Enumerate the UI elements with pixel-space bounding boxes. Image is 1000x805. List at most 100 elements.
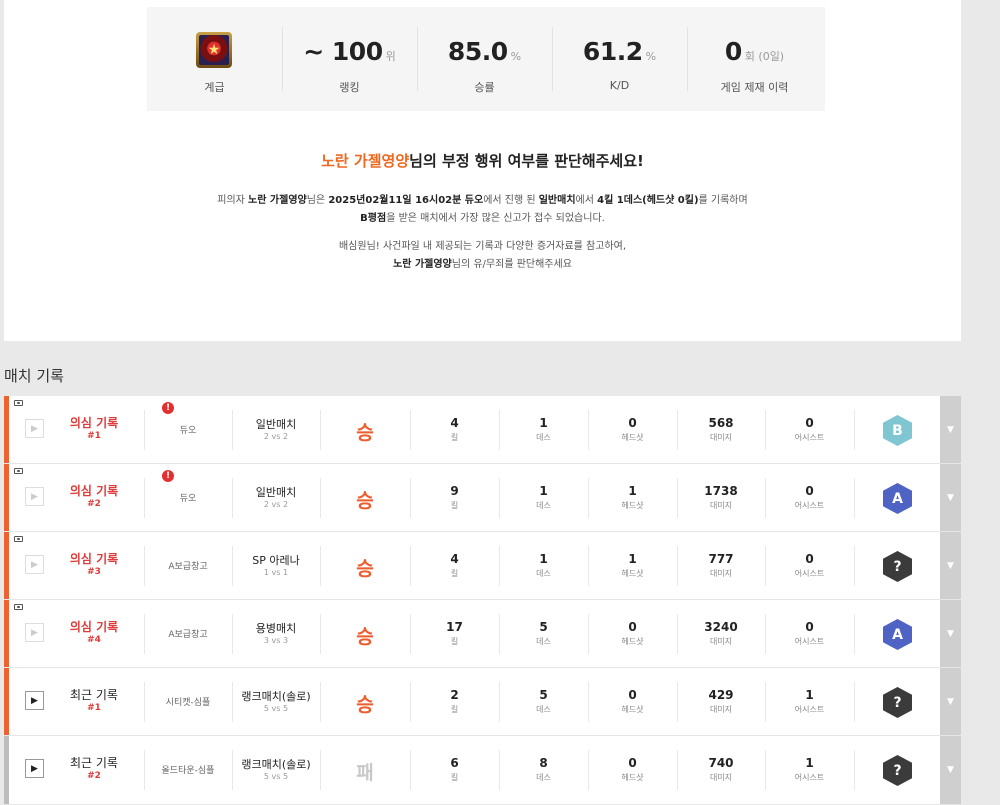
kd-unit: %: [645, 50, 657, 63]
kills-value: 4: [450, 552, 459, 566]
damage-stat: 3240 대미지: [677, 600, 765, 667]
match-size: 5 vs 5: [263, 772, 289, 781]
tier-label: 계급: [204, 81, 225, 94]
record-type: 최근 기록 #1: [44, 668, 144, 735]
record-type-label: 최근 기록: [70, 756, 118, 770]
match-result: 승: [320, 396, 410, 463]
match-type-label: 랭크매치(솔로): [241, 758, 311, 771]
play-icon[interactable]: ▶: [25, 555, 44, 574]
result-label: 승: [356, 422, 374, 444]
match-size: 3 vs 3: [263, 636, 289, 645]
kills-stat: 9킬: [410, 464, 499, 531]
summary-panel: ★ 계급 ~ 100 위 랭킹 85.0% 승률 61.2% K/D 0회 (0일…: [4, 0, 961, 341]
grade: A: [854, 464, 940, 531]
headshots-label: 헤드샷: [621, 433, 644, 442]
deaths-label: 데스: [536, 773, 551, 782]
kills-value: 2: [450, 688, 459, 702]
record-number: #2: [87, 771, 101, 781]
headshots-value: 0: [628, 620, 637, 634]
damage-value: 1738: [704, 484, 738, 498]
headshots-stat: 1 헤드샷: [588, 464, 677, 531]
grade: A: [854, 600, 940, 667]
deaths-label: 데스: [536, 705, 551, 714]
game-mode-label: 듀오: [179, 494, 197, 504]
game-mode-label: A보급창고: [168, 562, 208, 572]
grade: B: [854, 396, 940, 463]
row-accent: [4, 464, 9, 531]
stat-sanction: 0회 (0일) 게임 제재 이력: [687, 7, 822, 111]
record-type: 의심 기록 #1 !: [44, 396, 174, 463]
assists-label: 어시스트: [794, 433, 825, 442]
chevron-down-icon[interactable]: ▼: [940, 464, 961, 531]
match-row[interactable]: ▶ 의심 기록 #3 A보급창고 SP 아레나 1 vs 1 승 4킬 1 데스 …: [4, 532, 961, 600]
kills-label: 킬: [450, 501, 459, 510]
headshots-stat: 0 헤드샷: [588, 396, 677, 463]
deaths-value: 1: [539, 484, 548, 498]
game-mode-label: A보급창고: [168, 630, 208, 640]
chevron-down-icon[interactable]: ▼: [940, 736, 961, 804]
play-icon[interactable]: ▶: [25, 691, 44, 710]
record-type-label: 의심 기록: [69, 416, 119, 430]
camera-icon: [14, 604, 23, 610]
kills-value: 17: [446, 620, 463, 634]
match-size: 2 vs 2: [263, 500, 289, 509]
play-icon[interactable]: ▶: [25, 623, 44, 642]
camera-icon: [14, 536, 23, 542]
match-size: 5 vs 5: [263, 704, 289, 713]
stats-bar: ★ 계급 ~ 100 위 랭킹 85.0% 승률 61.2% K/D 0회 (0일…: [147, 7, 825, 111]
deaths-value: 5: [539, 620, 548, 634]
damage-stat: 740 대미지: [677, 736, 765, 804]
record-type-label: 의심 기록: [69, 552, 119, 566]
kd-value: 61.2: [582, 37, 643, 66]
assists-label: 어시스트: [794, 705, 825, 714]
kills-stat: 4킬: [410, 532, 499, 599]
record-type-label: 의심 기록: [69, 620, 119, 634]
match-row[interactable]: ▶ 의심 기록 #2 ! 듀오 일반매치 2 vs 2 승 9킬 1 데스 1 헤드…: [4, 464, 961, 532]
game-mode-label: 듀오: [179, 426, 197, 436]
deaths-value: 1: [539, 552, 548, 566]
sanction-unit: 회 (0일): [744, 50, 785, 63]
deaths-stat: 5 데스: [499, 600, 588, 667]
headshots-label: 헤드샷: [621, 773, 644, 782]
game-mode: A보급창고: [144, 532, 232, 599]
kills-label: 킬: [450, 569, 459, 578]
match-row[interactable]: ▶ 의심 기록 #4 A보급창고 용병매치 3 vs 3 승 17 킬 5 데스 0…: [4, 600, 961, 668]
chevron-down-icon[interactable]: ▼: [940, 600, 961, 667]
match-row[interactable]: ▶ 의심 기록 #1 ! 듀오 일반매치 2 vs 2 승 4킬 1 데스 0 헤드…: [4, 396, 961, 464]
deaths-value: 1: [539, 416, 548, 430]
headshots-value: 1: [628, 552, 637, 566]
assists-stat: 0 어시스트: [765, 464, 854, 531]
match-type: 랭크매치(솔로) 5 vs 5: [232, 736, 320, 804]
chevron-down-icon[interactable]: ▼: [940, 396, 961, 463]
damage-stat: 429 대미지: [677, 668, 765, 735]
record-number: #1: [87, 431, 101, 441]
winrate-value: 85.0: [447, 37, 508, 66]
chevron-down-icon[interactable]: ▼: [940, 532, 961, 599]
play-icon[interactable]: ▶: [25, 759, 44, 778]
winrate-label: 승률: [474, 81, 495, 94]
assists-label: 어시스트: [794, 773, 825, 782]
kd-label: K/D: [609, 79, 630, 92]
deaths-value: 5: [539, 688, 548, 702]
description-line-2: B평점을 받은 매치에서 가장 많은 신고가 접수 되었습니다.: [360, 213, 605, 224]
play-icon[interactable]: ▶: [25, 487, 44, 506]
record-number: #3: [87, 567, 101, 577]
row-accent: [4, 396, 9, 463]
match-type-label: 랭크매치(솔로): [241, 690, 311, 703]
headshots-label: 헤드샷: [621, 637, 644, 646]
assists-stat: 0 어시스트: [765, 600, 854, 667]
assists-value: 0: [805, 484, 814, 498]
kills-value: 6: [450, 756, 459, 770]
game-mode: 올드타운-심플: [144, 736, 232, 804]
deaths-label: 데스: [536, 433, 551, 442]
match-row[interactable]: ▶ 최근 기록 #1 시티캣-심플 랭크매치(솔로) 5 vs 5 승 2킬 5…: [4, 668, 961, 736]
result-label: 승: [356, 626, 374, 648]
chevron-down-icon[interactable]: ▼: [940, 668, 961, 735]
record-type-label: 의심 기록: [69, 484, 119, 498]
description-line-3: 배심원님! 사건파일 내 제공되는 기록과 다양한 증거자료를 참고하여,: [338, 241, 627, 252]
kills-label: 킬: [450, 773, 459, 782]
play-icon[interactable]: ▶: [25, 419, 44, 438]
stat-winrate: 85.0% 승률: [417, 7, 552, 111]
match-type-label: 일반매치: [255, 486, 297, 499]
damage-label: 대미지: [709, 637, 733, 646]
